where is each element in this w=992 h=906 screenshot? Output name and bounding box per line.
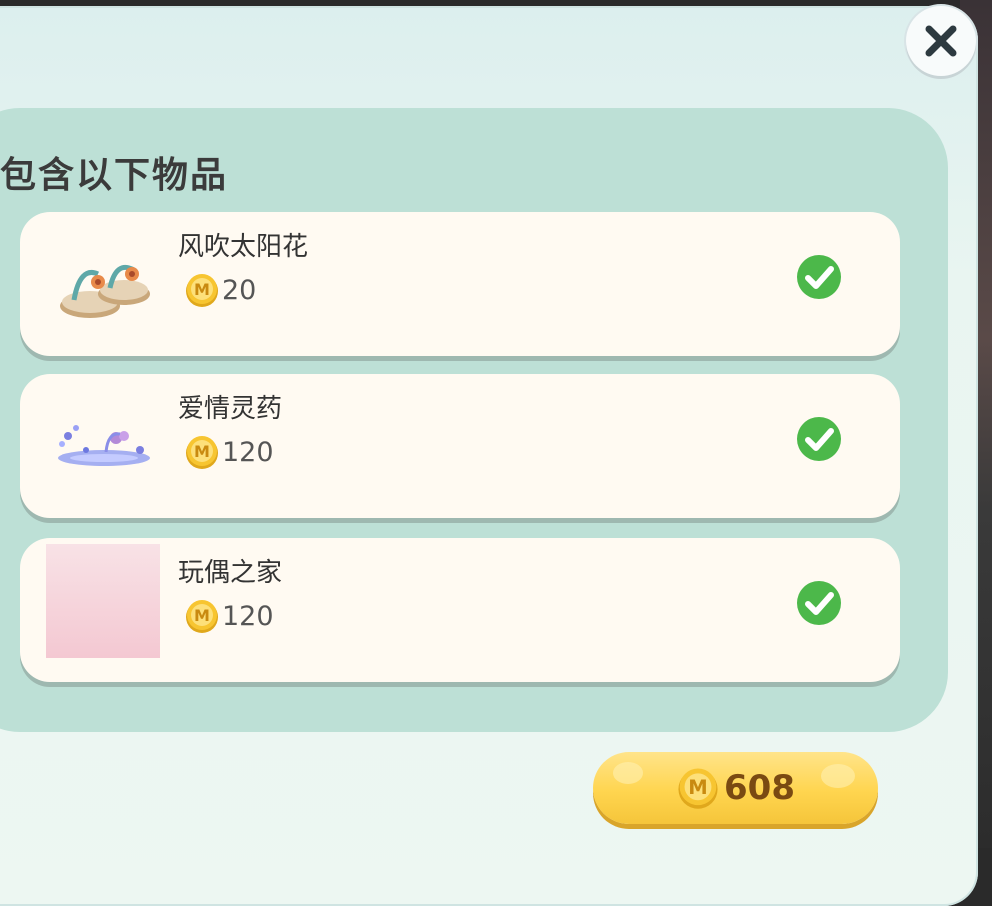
coin-icon: M: [186, 436, 218, 469]
item-thumbnail: [46, 544, 160, 658]
item-name: 风吹太阳花: [178, 232, 309, 262]
item-name: 玩偶之家: [178, 558, 283, 588]
list-item[interactable]: 爱情灵药 M 120: [20, 374, 900, 518]
check-icon: [797, 581, 841, 625]
coin-icon: M: [186, 274, 218, 307]
coin-icon: M: [186, 600, 218, 633]
button-decoration: [821, 764, 855, 788]
svg-text:M: M: [194, 280, 210, 299]
svg-text:M: M: [194, 442, 210, 461]
item-price: M 20: [184, 272, 256, 308]
svg-text:M: M: [194, 606, 210, 625]
svg-text:M: M: [688, 776, 707, 799]
item-price: M 120: [184, 434, 274, 470]
total-price: 608: [724, 768, 795, 808]
sandals-icon: [60, 264, 150, 318]
close-icon: [925, 25, 957, 57]
buy-button[interactable]: M 608: [593, 752, 878, 824]
coin-icon: M: [678, 768, 718, 809]
potion-effect-icon: [58, 425, 150, 466]
button-decoration: [613, 762, 643, 784]
list-item[interactable]: 风吹太阳花 M 20: [20, 212, 900, 356]
close-button[interactable]: [906, 6, 976, 76]
list-item[interactable]: 玩偶之家 M 120: [20, 538, 900, 682]
item-price: M 120: [184, 598, 274, 634]
section-title: 包含以下物品: [0, 155, 229, 196]
check-icon: [797, 255, 841, 299]
check-icon: [797, 417, 841, 461]
item-name: 爱情灵药: [178, 394, 283, 424]
